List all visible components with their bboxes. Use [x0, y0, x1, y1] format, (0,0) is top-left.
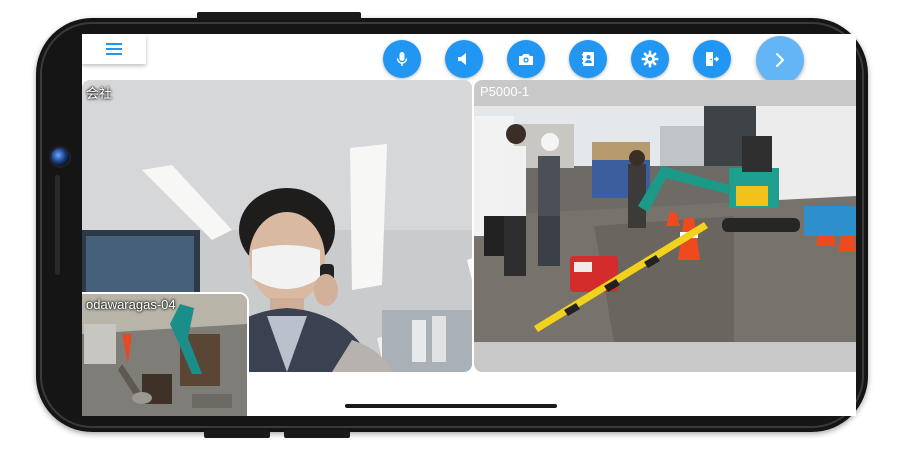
app-screen: 会社 odawaragas-04 P5000-1 — [82, 34, 856, 416]
volume-down-button — [284, 430, 350, 438]
home-indicator — [345, 404, 557, 408]
microphone-icon — [396, 52, 408, 66]
speaker-icon — [458, 53, 466, 65]
next-button[interactable] — [756, 36, 804, 84]
site-video-label: P5000-1 — [480, 84, 530, 99]
volume-up-button — [197, 12, 361, 20]
office-video-label: 会社 — [86, 86, 113, 101]
power-button — [204, 430, 270, 438]
site-video-tile[interactable]: P5000-1 — [474, 80, 856, 372]
gear-icon — [641, 50, 659, 68]
front-camera — [49, 146, 71, 168]
hamburger-menu-icon — [106, 43, 122, 55]
settings-button[interactable] — [631, 40, 669, 78]
pip-video-feed — [82, 294, 247, 416]
camera-switch-icon — [519, 54, 533, 65]
microphone-button[interactable] — [383, 40, 421, 78]
speaker-button[interactable] — [445, 40, 483, 78]
exit-icon — [706, 52, 720, 66]
pip-video-label: odawaragas-04 — [86, 297, 176, 312]
switch-camera-button[interactable] — [507, 40, 545, 78]
exit-button[interactable] — [693, 40, 731, 78]
pip-video-tile[interactable]: odawaragas-04 — [82, 292, 249, 416]
speaker-slot — [55, 175, 60, 275]
contact-book-icon — [582, 52, 594, 66]
participants-button[interactable] — [569, 40, 607, 78]
menu-button[interactable] — [82, 34, 146, 64]
chevron-right-icon — [776, 53, 784, 67]
site-video-feed — [474, 106, 856, 342]
